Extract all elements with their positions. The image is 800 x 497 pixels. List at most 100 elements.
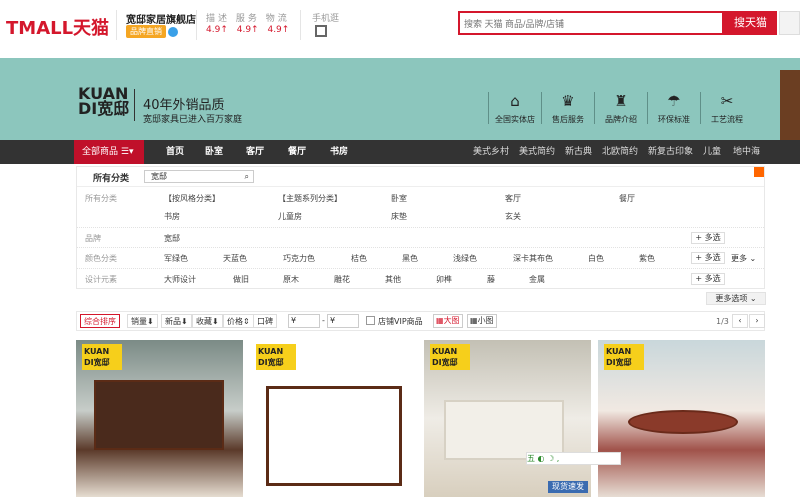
multi-select-button[interactable]: + 多选 xyxy=(691,232,725,244)
filter-option[interactable]: 浅绿色 xyxy=(453,253,477,264)
filter-option[interactable]: 深卡其布色 xyxy=(513,253,553,264)
search-input[interactable] xyxy=(464,17,714,31)
search-button[interactable]: 搜天猫 xyxy=(724,11,777,35)
tmall-logo[interactable]: TMALL天猫 xyxy=(6,14,109,40)
more-label: 更多 xyxy=(731,254,747,263)
filter-option[interactable]: 黑色 xyxy=(402,253,418,264)
prev-page-button[interactable]: ‹ xyxy=(732,314,748,328)
filter-option[interactable]: 天蓝色 xyxy=(223,253,247,264)
search-shop-button[interactable] xyxy=(779,11,800,35)
feature-brand[interactable]: ♜ 品牌介绍 xyxy=(595,92,647,125)
filter-option[interactable]: 巧克力色 xyxy=(283,253,315,264)
more-options-button[interactable]: 更多选项 ⌄ xyxy=(706,292,766,305)
feature-stores[interactable]: ⌂ 全国实体店 xyxy=(489,92,541,125)
mobile-label[interactable]: 手机逛 xyxy=(312,11,339,24)
filter-option[interactable]: 餐厅 xyxy=(619,193,635,204)
product-card[interactable]: KUAN DI宽邸 xyxy=(598,340,765,497)
sort-reputation[interactable]: 口碑 xyxy=(253,314,277,328)
chevron-down-icon: ⌄ xyxy=(749,254,757,263)
nav-style-american-country[interactable]: 美式乡村 xyxy=(473,140,509,164)
nav-style-nordic[interactable]: 北欧简约 xyxy=(602,140,638,164)
price-min-input[interactable]: ¥ xyxy=(288,314,320,328)
filter-option[interactable]: 做旧 xyxy=(233,274,249,285)
ime-text: 五 ◐ ☽ , xyxy=(527,454,560,463)
product-card[interactable]: KUAN DI宽邸 xyxy=(424,340,591,497)
filter-option[interactable]: 大师设计 xyxy=(164,274,196,285)
filter-option[interactable]: 床垫 xyxy=(391,211,407,222)
filter-option[interactable]: 玄关 xyxy=(505,211,521,222)
feature-craft[interactable]: ✂ 工艺流程 xyxy=(701,92,753,125)
filter-row-design: 设计元素 大师设计 做旧 原木 雕花 其他 卯榫 藤 金属 + 多选 xyxy=(77,269,764,289)
filter-option[interactable]: 客厅 xyxy=(505,193,521,204)
next-page-button[interactable]: › xyxy=(749,314,765,328)
rating-service: 4.9↑ xyxy=(236,25,259,35)
qr-code-icon[interactable] xyxy=(315,25,327,37)
product-card[interactable]: KUAN DI宽邸 xyxy=(250,340,417,497)
feature-eco[interactable]: ☂ 环保标准 xyxy=(648,92,700,125)
top-bar: TMALL天猫 宽邸家居旗舰店 品牌直销 描述 服务 物流 4.9↑ 4.9↑ … xyxy=(0,0,800,58)
price-max-input[interactable]: ¥ xyxy=(327,314,359,328)
filter-option[interactable]: 桔色 xyxy=(351,253,367,264)
filter-option[interactable]: 藤 xyxy=(487,274,495,285)
shop-name[interactable]: 宽邸家居旗舰店 xyxy=(126,11,196,26)
feature-aftersales[interactable]: ♛ 售后服务 xyxy=(542,92,594,125)
sort-arrows-icon: ⇕ xyxy=(243,317,250,326)
nav-style-american-simple[interactable]: 美式简约 xyxy=(519,140,555,164)
filter-option[interactable]: 军绿色 xyxy=(164,253,188,264)
filter-row-category: 所有分类 【按风格分类】 【主题系列分类】 卧室 客厅 餐厅 书房 儿童房 床垫… xyxy=(77,187,764,228)
filter-option[interactable]: 雕花 xyxy=(334,274,350,285)
product-card[interactable]: KUAN DI宽邸 xyxy=(76,340,243,497)
view-label: 大图 xyxy=(443,316,460,325)
filter-option[interactable]: 儿童房 xyxy=(278,211,302,222)
nav-all-label: 全部商品 xyxy=(82,147,119,157)
filter-option[interactable]: 原木 xyxy=(283,274,299,285)
product-image xyxy=(94,380,224,450)
all-categories-label[interactable]: 所有分类 xyxy=(93,171,129,184)
nav-all-products[interactable]: 全部商品 ☰▾ xyxy=(74,140,144,164)
sort-label: 销量 xyxy=(131,317,147,326)
nav-item-dining[interactable]: 餐厅 xyxy=(288,140,306,164)
nav-style-retro[interactable]: 新复古印象 xyxy=(648,140,693,164)
product-brand-badge: KUAN DI宽邸 xyxy=(430,344,470,370)
trophy-icon: ♜ xyxy=(614,92,628,110)
search-box[interactable] xyxy=(458,11,724,35)
filter-option[interactable]: 【主题系列分类】 xyxy=(278,193,342,204)
filter-option[interactable]: 【按风格分类】 xyxy=(164,193,220,204)
ime-toolbar[interactable]: 五 ◐ ☽ , xyxy=(526,452,621,465)
feature-label: 品牌介绍 xyxy=(605,115,637,124)
brand-logo[interactable]: KUAN DI宽邸 xyxy=(78,86,129,117)
current-filter-text: 宽邸 xyxy=(151,172,167,181)
feature-label: 环保标准 xyxy=(658,115,690,124)
multi-select-button[interactable]: + 多选 xyxy=(691,252,725,264)
nav-item-study[interactable]: 书房 xyxy=(330,140,348,164)
more-options-label: 更多选项 xyxy=(715,294,748,303)
view-large-button[interactable]: ▦大图 xyxy=(433,314,463,328)
vip-checkbox[interactable] xyxy=(366,316,375,325)
nav-style-kids[interactable]: 儿童 xyxy=(703,140,721,164)
filter-option[interactable]: 其他 xyxy=(385,274,401,285)
nav-item-bedroom[interactable]: 卧室 xyxy=(205,140,223,164)
filter-option[interactable]: 宽邸 xyxy=(164,233,180,244)
sort-default[interactable]: 综合排序 xyxy=(80,314,120,328)
filter-option[interactable]: 书房 xyxy=(164,211,180,222)
sort-favorites[interactable]: 收藏⬇ xyxy=(192,314,223,328)
sort-sales[interactable]: 销量⬇ xyxy=(127,314,158,328)
filter-option[interactable]: 紫色 xyxy=(639,253,655,264)
current-filter-tag[interactable]: 宽邸 ⌕ xyxy=(144,170,254,183)
feature-label: 售后服务 xyxy=(552,115,584,124)
sort-price[interactable]: 价格⇕ xyxy=(223,314,254,328)
more-button[interactable]: 更多 ⌄ xyxy=(731,253,756,264)
nav-item-living[interactable]: 客厅 xyxy=(246,140,264,164)
filter-row-brand: 品牌 宽邸 + 多选 xyxy=(77,228,764,248)
grid-icon: ▦ xyxy=(436,316,444,325)
filter-option[interactable]: 卧室 xyxy=(391,193,407,204)
nav-style-mediterranean[interactable]: 地中海 xyxy=(733,140,760,164)
sort-new[interactable]: 新品⬇ xyxy=(161,314,192,328)
nav-item-home[interactable]: 首页 xyxy=(166,140,184,164)
filter-option[interactable]: 白色 xyxy=(588,253,604,264)
filter-option[interactable]: 卯榫 xyxy=(436,274,452,285)
filter-option[interactable]: 金属 xyxy=(529,274,545,285)
view-small-button[interactable]: ▦小图 xyxy=(467,314,497,328)
multi-select-button[interactable]: + 多选 xyxy=(691,273,725,285)
nav-style-neoclassic[interactable]: 新古典 xyxy=(565,140,592,164)
